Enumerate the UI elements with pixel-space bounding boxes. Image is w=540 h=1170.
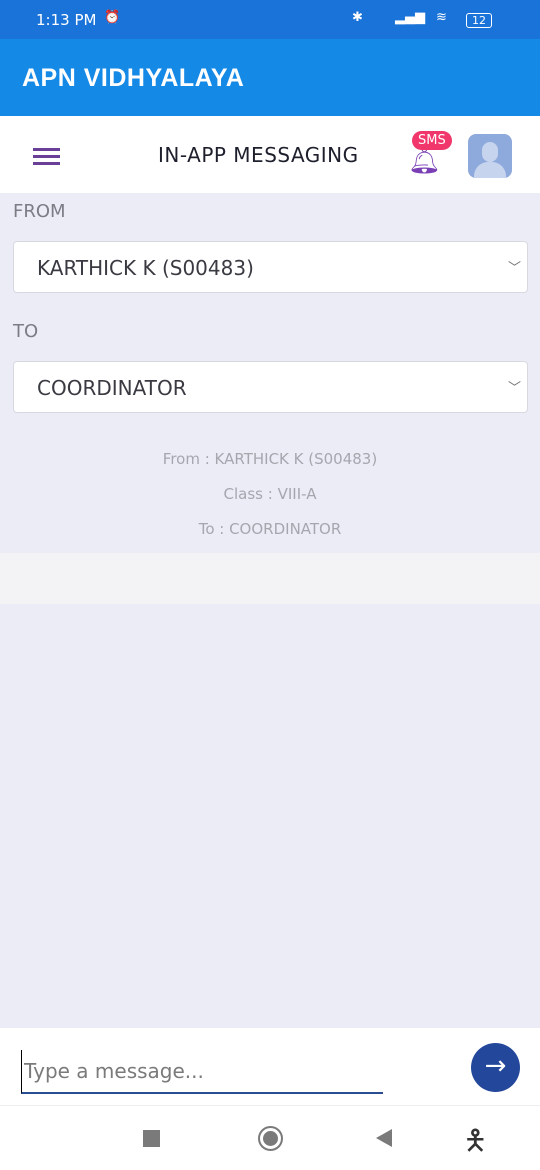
send-button[interactable]: →: [471, 1043, 520, 1092]
to-value: COORDINATOR: [37, 376, 187, 400]
app-bar: APN VIDHYALAYA: [0, 39, 540, 116]
battery-icon: 12: [466, 13, 492, 28]
from-value: KARTHICK K (S00483): [37, 256, 254, 280]
summary-to: To : COORDINATOR: [198, 520, 342, 538]
summary-from: From : KARTHICK K (S00483): [162, 450, 378, 468]
status-time: 1:13 PM: [36, 11, 97, 29]
page-header: IN-APP MESSAGING 🔔︎ SMS: [0, 118, 540, 193]
bluetooth-icon: ✱: [352, 10, 363, 25]
status-bar: 1:13 PM ⏰ ✱ ▂▄▆ ≋ 12: [0, 0, 540, 39]
page-title: IN-APP MESSAGING: [158, 143, 359, 167]
wifi-icon: ≋: [436, 10, 447, 25]
to-label: TO: [13, 321, 39, 342]
recents-icon[interactable]: [143, 1130, 160, 1147]
app-title: APN VIDHYALAYA: [22, 64, 245, 92]
home-icon[interactable]: [258, 1126, 283, 1151]
message-form: FROM KARTHICK K (S00483) ﹀ TO COORDINATO…: [0, 193, 540, 1028]
sms-badge: SMS: [412, 131, 452, 150]
bell-icon[interactable]: 🔔︎: [408, 146, 441, 176]
alarm-icon: ⏰: [104, 10, 121, 25]
avatar[interactable]: [468, 134, 512, 178]
chevron-down-icon: ﹀: [507, 381, 521, 396]
hamburger-menu-icon[interactable]: [33, 148, 60, 165]
signal-icon: ▂▄▆: [395, 10, 425, 25]
to-select[interactable]: COORDINATOR ﹀: [13, 361, 528, 413]
system-nav-bar: 🯅: [0, 1105, 540, 1170]
chevron-down-icon: ﹀: [507, 261, 521, 276]
message-composer: →: [0, 1028, 540, 1105]
summary-class: Class : VIII-A: [223, 485, 317, 503]
from-select[interactable]: KARTHICK K (S00483) ﹀: [13, 241, 528, 293]
back-icon[interactable]: [376, 1129, 392, 1147]
message-input[interactable]: [21, 1050, 383, 1094]
accessibility-icon[interactable]: 🯅: [463, 1120, 488, 1168]
from-label: FROM: [13, 201, 66, 222]
divider-strip: [0, 553, 540, 604]
arrow-right-icon: →: [484, 1051, 507, 1081]
